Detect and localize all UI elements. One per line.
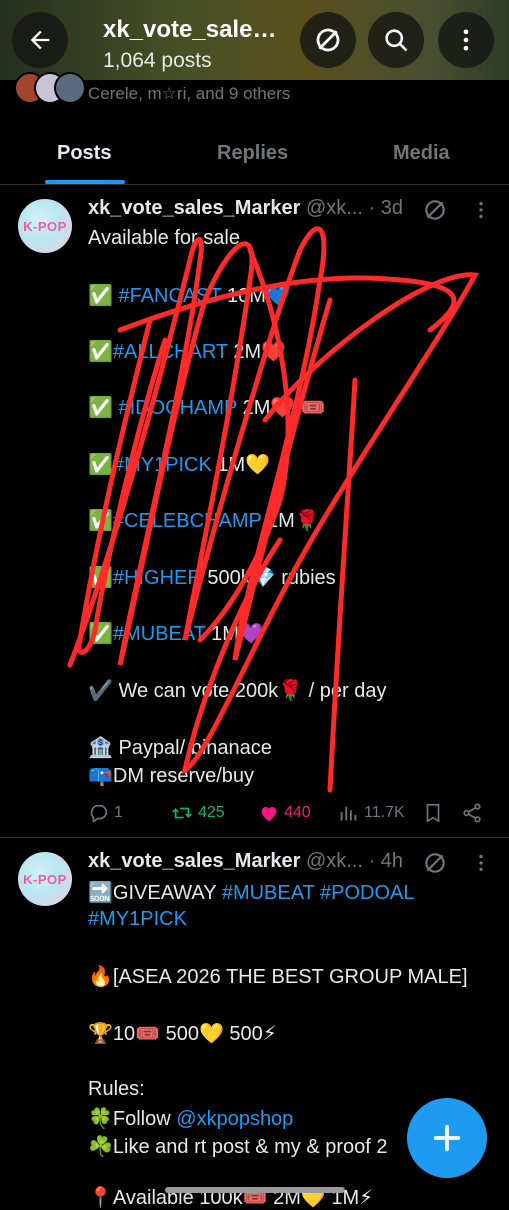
timestamp[interactable]: · 4h [369, 850, 403, 872]
arrow-left-icon [30, 30, 50, 50]
home-indicator[interactable] [165, 1187, 345, 1193]
more-button[interactable] [438, 12, 494, 68]
page-title: xk_vote_sales_Marker [103, 16, 278, 43]
avatar [54, 72, 86, 104]
tweet-line: ☘️Like and rt post & my & proof 2 [88, 1136, 388, 1158]
views-button[interactable]: 11.7K [338, 802, 405, 824]
tweet-line: ✅#HIGHER 500k💎 rubies [88, 567, 336, 589]
slash-circle-icon [316, 28, 340, 52]
tweet-line: Rules: [88, 1078, 145, 1100]
tweet-line: ✅#MY1PICK 1M💛 [88, 454, 271, 476]
tweet-line: 🍀Follow @xkpopshop [88, 1108, 294, 1130]
like-count: 440 [284, 804, 311, 821]
slash-circle-icon[interactable] [422, 197, 448, 223]
tweet-line: ✔️ We can vote 200k🌹 / per day [88, 680, 387, 702]
timestamp[interactable]: · 3d [369, 197, 403, 219]
tweet-line: 🏆10🎟️ 500💛 500⚡ [88, 1023, 277, 1045]
plus-icon [433, 1124, 461, 1152]
tweet-line: #MY1PICK [88, 908, 187, 931]
tweet-line: ✅#MUBEAT 1M💜 [88, 623, 264, 645]
tweet-line: 📪DM reserve/buy [88, 765, 255, 787]
reply-button[interactable]: 1 [88, 802, 123, 824]
search-icon [385, 29, 408, 52]
hashtag-link[interactable]: #ALLCHART [113, 341, 228, 363]
slash-circle-icon[interactable] [422, 850, 448, 876]
repost-button[interactable]: 425 [170, 802, 225, 824]
tab-media[interactable]: Media [393, 142, 450, 165]
back-button[interactable] [12, 12, 68, 68]
tab-replies[interactable]: Replies [217, 142, 288, 165]
more-vertical-icon[interactable] [470, 852, 492, 874]
avatar-logo: K-POP [23, 871, 67, 887]
repost-count: 425 [198, 804, 225, 821]
profile-tabs: Posts Replies Media [0, 126, 509, 185]
bookmark-icon[interactable] [422, 802, 444, 824]
tweet-header: xk_vote_sales_Marker @xk... · 4h [88, 850, 403, 873]
grok-button[interactable] [300, 12, 356, 68]
tweet-line: 🔥[ASEA 2026 THE BEST GROUP MALE] [88, 966, 468, 988]
tweet-line: ✅ #FANCAST 10M💙 [88, 285, 291, 307]
mention-link[interactable]: @xkpopshop [176, 1108, 293, 1130]
post-count: 1,064 posts [103, 49, 212, 72]
reply-icon [90, 804, 108, 823]
hashtag-link[interactable]: #MY1PICK [113, 454, 212, 476]
avatar-logo: K-POP [23, 218, 67, 234]
tweet-line: 🏦 Paypal/ binanace [88, 737, 272, 759]
search-button[interactable] [368, 12, 424, 68]
repost-icon [172, 807, 192, 819]
compose-button[interactable] [407, 1098, 487, 1178]
hashtag-link[interactable]: #CELEBCHAMP [113, 510, 262, 532]
active-tab-indicator [45, 180, 125, 184]
like-button[interactable]: 440 [258, 802, 311, 824]
followed-by-row[interactable]: Cerele, m☆ri, and 9 others [0, 72, 509, 110]
tweet-line: ✅ #IDOCHAMP 2M❤️/🎟️ [88, 397, 326, 419]
followed-by-text: Cerele, m☆ri, and 9 others [88, 84, 291, 103]
avatar[interactable]: K-POP [18, 852, 72, 906]
tab-posts[interactable]: Posts [57, 142, 111, 165]
analytics-icon [340, 806, 357, 821]
hashtag-link[interactable]: #MY1PICK [88, 908, 187, 930]
handle[interactable]: @xk... [306, 850, 363, 872]
hashtag-link[interactable]: #HIGHER [113, 567, 202, 589]
tweet-line: ✅#CELEBCHAMP 1M🌹 [88, 510, 320, 532]
tweet-line: ✅#ALLCHART 2M❤️ [88, 341, 287, 363]
display-name[interactable]: xk_vote_sales_Marker [88, 850, 300, 872]
display-name[interactable]: xk_vote_sales_Marker [88, 197, 300, 219]
view-count: 11.7K [364, 804, 405, 821]
share-icon[interactable] [461, 802, 483, 824]
more-vertical-icon [463, 29, 469, 51]
tweet-header: xk_vote_sales_Marker @xk... · 3d [88, 197, 403, 220]
more-vertical-icon[interactable] [470, 199, 492, 221]
avatar[interactable]: K-POP [18, 199, 72, 253]
reply-count: 1 [114, 804, 123, 821]
tweet[interactable]: K-POP xk_vote_sales_Marker @xk... · 3d A… [0, 185, 509, 837]
hashtag-link[interactable]: #IDOCHAMP [118, 397, 237, 419]
tweet-line: Available for sale [88, 227, 240, 249]
heart-icon [261, 807, 277, 822]
hashtag-link[interactable]: #FANCAST [118, 285, 221, 307]
tweet-line: 🔜GIVEAWAY #MUBEAT #PODOAL [88, 882, 415, 904]
handle[interactable]: @xk... [306, 197, 363, 219]
hashtag-link[interactable]: #MUBEAT [113, 623, 206, 645]
hashtag-link[interactable]: #MUBEAT #PODOAL [222, 882, 415, 904]
